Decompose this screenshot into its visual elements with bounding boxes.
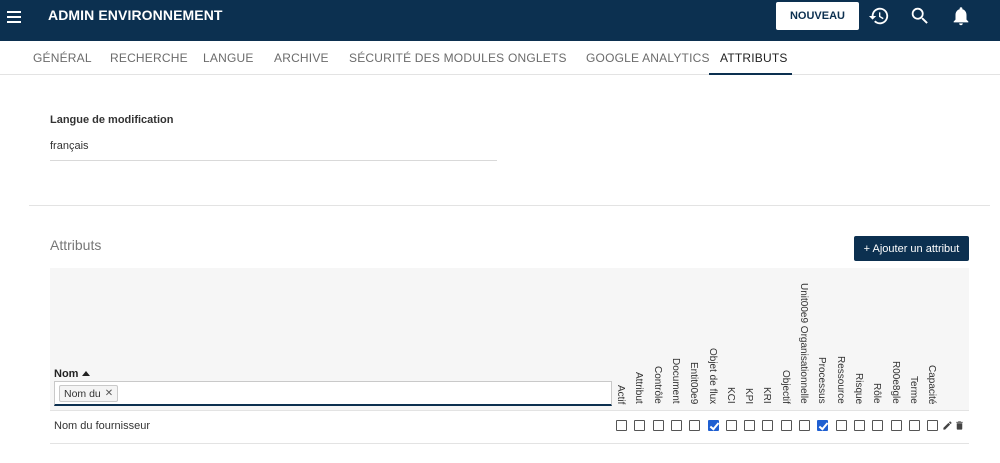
app-title: ADMIN ENVIRONNEMENT [48, 7, 223, 23]
column-header: Contrôle [652, 366, 663, 404]
history-icon[interactable] [868, 5, 890, 27]
language-card [29, 96, 990, 206]
column-header: Document [670, 358, 681, 404]
column-header: Objectif [780, 370, 791, 404]
section-title: Attributs [50, 237, 102, 253]
attribute-checkbox[interactable] [689, 420, 700, 431]
row-divider [50, 443, 969, 444]
filter-chip: Nom du ✕ [59, 385, 119, 402]
attribute-checkbox[interactable] [726, 420, 737, 431]
top-bar: ADMIN ENVIRONNEMENT NOUVEAU [0, 0, 1000, 41]
column-header: Actif [615, 385, 626, 405]
active-tab-indicator [709, 73, 792, 75]
tab-attributs[interactable]: ATTRIBUTS [720, 51, 788, 65]
tab-recherche[interactable]: RECHERCHE [110, 51, 188, 65]
language-label: Langue de modification [50, 114, 174, 126]
tab-bar: GÉNÉRAL RECHERCHE LANGUE ARCHIVE SÉCURIT… [0, 41, 1000, 75]
attribute-checkbox[interactable] [836, 420, 847, 431]
column-header: Objet de flux [707, 348, 718, 405]
column-header: Unit00e9 Organisationnelle [798, 283, 809, 404]
name-column-header[interactable]: Nom [54, 368, 91, 380]
name-column-label: Nom [54, 368, 79, 380]
attribute-checkbox[interactable] [817, 420, 828, 431]
attribute-checkbox[interactable] [671, 420, 682, 431]
search-icon[interactable] [909, 5, 931, 27]
name-filter-input[interactable]: Nom du ✕ [54, 381, 612, 406]
new-button[interactable]: NOUVEAU [776, 2, 859, 30]
column-header: Attribut [633, 372, 644, 404]
attribute-checkbox[interactable] [891, 420, 902, 431]
language-select[interactable]: français [50, 140, 89, 152]
bell-icon[interactable] [950, 5, 972, 27]
tab-archive[interactable]: ARCHIVE [274, 51, 329, 65]
attribute-checkbox[interactable] [927, 420, 938, 431]
tab-onglets[interactable]: ONGLETS [508, 51, 567, 65]
tab-google-analytics[interactable]: GOOGLE ANALYTICS [586, 51, 710, 65]
column-header: R00e8gle [890, 361, 901, 404]
filter-chip-label: Nom du [64, 387, 101, 400]
row-name: Nom du fournisseur [54, 420, 150, 432]
menu-icon[interactable] [5, 8, 25, 24]
attribute-checkbox[interactable] [653, 420, 664, 431]
attribute-checkbox[interactable] [872, 420, 883, 431]
sort-asc-icon [82, 371, 91, 376]
attribute-checkbox[interactable] [616, 420, 627, 431]
attribute-checkbox[interactable] [799, 420, 810, 431]
column-header: Processus [816, 357, 827, 404]
attribute-checkbox[interactable] [781, 420, 792, 431]
language-underline [50, 160, 497, 161]
column-header: KCI [725, 387, 736, 404]
chip-remove-icon[interactable]: ✕ [105, 388, 113, 399]
attribute-checkbox[interactable] [909, 420, 920, 431]
column-header: Capacité [926, 365, 937, 405]
tab-langue[interactable]: LANGUE [203, 51, 254, 65]
tab-securite-des-modules[interactable]: SÉCURITÉ DES MODULES [349, 51, 504, 65]
add-attribute-button[interactable]: + Ajouter un attribut [854, 236, 969, 261]
attribute-checkbox[interactable] [762, 420, 773, 431]
column-header: KRI [761, 387, 772, 404]
edit-icon[interactable] [942, 419, 953, 432]
attribute-checkbox[interactable] [854, 420, 865, 431]
column-header: Terme [908, 376, 919, 404]
column-header: Rôle [871, 383, 882, 404]
attribute-checkbox[interactable] [708, 420, 719, 431]
tab-general[interactable]: GÉNÉRAL [33, 51, 92, 65]
attribute-checkbox[interactable] [634, 420, 645, 431]
delete-icon[interactable] [954, 419, 965, 432]
row-divider [50, 410, 969, 411]
column-header: Ressource [835, 356, 846, 404]
column-header: Entit00e9 [688, 362, 699, 405]
column-header: Risque [853, 373, 864, 405]
column-header: KPI [743, 388, 754, 405]
attribute-checkbox[interactable] [744, 420, 755, 431]
